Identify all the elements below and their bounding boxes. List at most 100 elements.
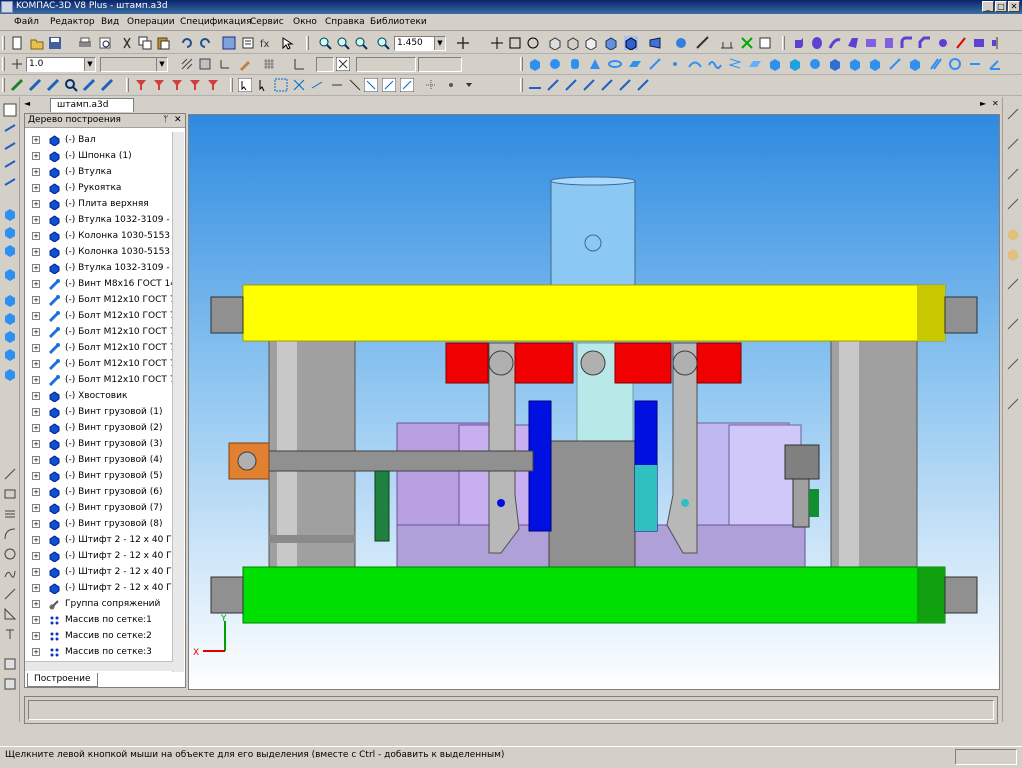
expand-icon[interactable]: +	[32, 488, 40, 496]
revolve-icon[interactable]	[810, 36, 824, 50]
tree-item[interactable]: + (-) Штифт 2 - 12 х 40 ГОСТ	[25, 532, 173, 548]
coincident-icon[interactable]	[908, 57, 922, 71]
assembly-icon[interactable]	[828, 57, 842, 71]
sketch-angle-icon[interactable]	[3, 607, 17, 621]
fit-all-icon[interactable]	[508, 36, 522, 50]
sketch-rect-icon[interactable]	[3, 487, 17, 501]
tab-scroll-left[interactable]: ◄	[24, 99, 30, 108]
sketch-edit-icon[interactable]	[3, 657, 17, 671]
toolbar-grip[interactable]	[2, 78, 5, 92]
expand-icon[interactable]: +	[32, 584, 40, 592]
tree-item[interactable]: + (-) Вал	[25, 132, 173, 148]
tree-item[interactable]: + (-) Штифт 2 - 12 х 40 ГОСТ	[25, 564, 173, 580]
hole-icon[interactable]	[936, 36, 950, 50]
tree-item[interactable]: + (-) Болт М12х10 ГОСТ 779	[25, 340, 173, 356]
orientation-icon[interactable]	[548, 36, 562, 50]
expand-icon[interactable]: +	[32, 344, 40, 352]
view-front-icon[interactable]	[1006, 107, 1020, 121]
zoom-out-icon[interactable]	[336, 36, 350, 50]
cylinder-icon[interactable]	[568, 57, 582, 71]
loft-icon[interactable]	[846, 36, 860, 50]
menu-view[interactable]: Вид	[101, 17, 119, 27]
menu-specification[interactable]: Спецификация	[180, 17, 252, 27]
parametrization-icon[interactable]	[3, 175, 17, 189]
sketch-param-icon[interactable]	[3, 677, 17, 691]
tree-vertical-scrollbar[interactable]	[172, 132, 184, 672]
dropdown-arrow-icon[interactable]	[462, 78, 476, 92]
tree-item[interactable]: + (-) Плита верхняя	[25, 196, 173, 212]
expand-icon[interactable]: +	[32, 440, 40, 448]
tab-close[interactable]: ✕	[992, 99, 999, 108]
view-right-icon[interactable]	[1006, 247, 1020, 261]
tree-item[interactable]: + (-) Болт М12х10 ГОСТ 779	[25, 292, 173, 308]
point-snap-icon[interactable]	[444, 78, 458, 92]
snap-icon[interactable]	[740, 36, 754, 50]
filter-edges-icon[interactable]	[170, 78, 184, 92]
plane-icon[interactable]	[628, 57, 642, 71]
tree-item[interactable]: + (-) Болт М12х10 ГОСТ 779	[25, 308, 173, 324]
expand-icon[interactable]: +	[32, 456, 40, 464]
extrude-icon[interactable]	[792, 36, 806, 50]
sweep-icon[interactable]	[828, 36, 842, 50]
expand-icon[interactable]: +	[32, 504, 40, 512]
select-cross-icon[interactable]	[292, 78, 306, 92]
geometry-icon[interactable]	[3, 103, 17, 117]
expand-icon[interactable]: +	[32, 248, 40, 256]
menu-edit[interactable]: Редактор	[50, 17, 95, 27]
tree-item[interactable]: + Группа сопряжений	[25, 596, 173, 612]
cut-icon[interactable]	[120, 36, 134, 50]
menu-file[interactable]: Файл	[14, 17, 39, 27]
layer-icon[interactable]	[10, 57, 24, 71]
collision-icon[interactable]	[618, 78, 632, 92]
cut-revolve-icon[interactable]	[882, 36, 896, 50]
undo-icon[interactable]	[180, 36, 194, 50]
shell-icon[interactable]	[972, 36, 986, 50]
tool-c-icon[interactable]	[46, 78, 60, 92]
select-chain-icon[interactable]	[310, 78, 324, 92]
tree-view-icon[interactable]	[222, 36, 236, 50]
tree-item[interactable]: + (-) Втулка 1032-3109 - 23 -	[25, 260, 173, 276]
move-icon[interactable]	[490, 36, 504, 50]
variables-icon[interactable]: fx	[259, 36, 273, 50]
component-icon[interactable]	[848, 57, 862, 71]
tree-item[interactable]: + (-) Втулка	[25, 164, 173, 180]
select-icon[interactable]	[238, 78, 252, 92]
expand-icon[interactable]: +	[32, 520, 40, 528]
expand-icon[interactable]: +	[32, 616, 40, 624]
perspective-icon[interactable]	[648, 36, 662, 50]
mate-icon[interactable]	[888, 57, 902, 71]
chamfer-icon[interactable]	[918, 36, 932, 50]
tree-item[interactable]: + (-) Винт грузовой (7)	[25, 500, 173, 516]
measure-angle-icon[interactable]	[546, 78, 560, 92]
expand-icon[interactable]: +	[32, 568, 40, 576]
select-style-icon[interactable]	[400, 78, 414, 92]
parallel-icon[interactable]	[928, 57, 942, 71]
expand-icon[interactable]: +	[32, 312, 40, 320]
local-cs-icon[interactable]	[218, 57, 232, 71]
layer-field[interactable]: 1.0 ▼	[26, 57, 96, 72]
view-left-icon[interactable]	[1006, 227, 1020, 241]
pin-icon[interactable]: ᛘ	[163, 114, 168, 127]
menu-libraries[interactable]: Библиотеки	[370, 17, 427, 27]
sketch-line-icon[interactable]	[3, 467, 17, 481]
surfaces-panel-icon[interactable]	[3, 267, 17, 281]
expand-icon[interactable]: +	[32, 264, 40, 272]
tree-item[interactable]: + (-) Штифт 2 - 12 х 40 ГОСТ	[25, 580, 173, 596]
tab-shtamp[interactable]: штамп.a3d	[50, 98, 134, 112]
toolbar-grip[interactable]	[520, 57, 523, 71]
snap-toggle-icon[interactable]	[336, 57, 350, 71]
expand-icon[interactable]: +	[32, 280, 40, 288]
new-document-icon[interactable]	[10, 36, 24, 50]
grid-toggle-icon[interactable]	[262, 57, 276, 71]
offset-surface-icon[interactable]	[788, 57, 802, 71]
cursor-field[interactable]	[418, 57, 462, 72]
menu-help[interactable]: Справка	[325, 17, 365, 27]
filter-icon[interactable]	[134, 78, 148, 92]
expand-icon[interactable]: +	[32, 392, 40, 400]
select-layer-icon[interactable]	[364, 78, 378, 92]
rotate-icon[interactable]	[526, 36, 540, 50]
menu-operations[interactable]: Операции	[127, 17, 175, 27]
tree-item[interactable]: + Массив по сетке:2	[25, 628, 173, 644]
spatial-curves-icon[interactable]	[3, 243, 17, 257]
tree-item[interactable]: + (-) Винт М8х16 ГОСТ 1491-	[25, 276, 173, 292]
